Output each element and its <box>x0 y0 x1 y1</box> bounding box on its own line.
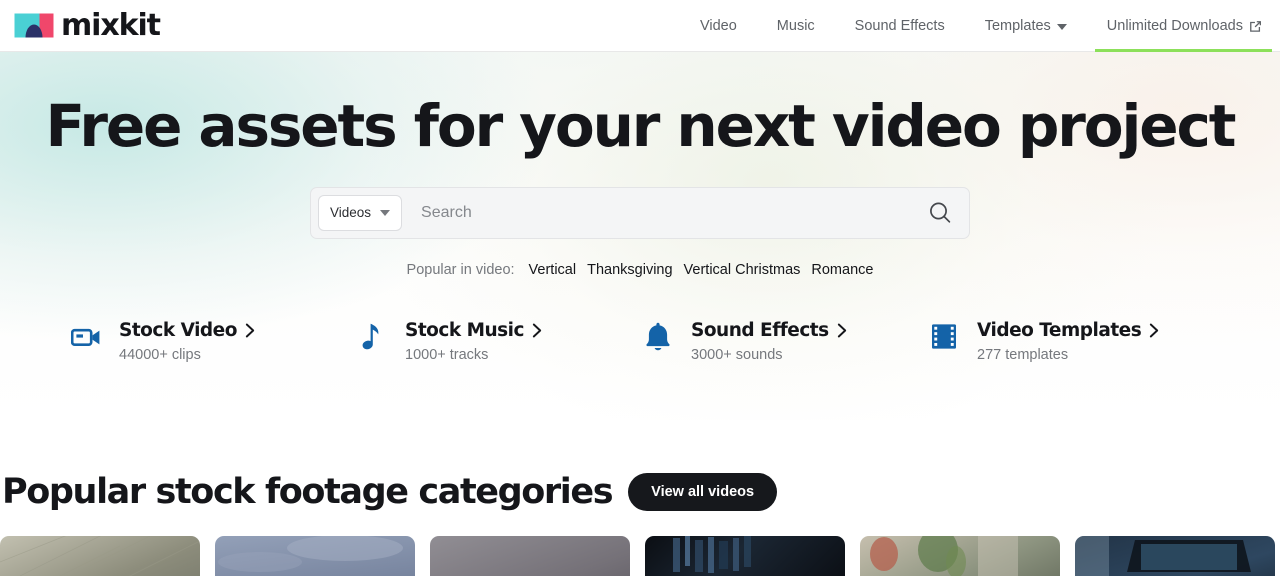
card-thumbnail <box>645 536 845 576</box>
shortcut-stock-video[interactable]: Stock Video 44000+ clips <box>70 320 356 363</box>
video-camera-icon <box>70 320 102 354</box>
popular-link-vertical[interactable]: Vertical <box>529 262 577 278</box>
section-header: Popular stock footage categories View al… <box>0 472 1280 512</box>
popular-searches: Popular in video: Vertical Thanksgiving … <box>0 262 1280 278</box>
site-header: mixkit Video Music Sound Effects Templat… <box>0 0 1280 52</box>
bell-icon <box>642 320 674 354</box>
shortcut-video-templates[interactable]: Video Templates 277 templates <box>928 320 1214 363</box>
chevron-right-icon <box>837 323 847 338</box>
music-note-icon <box>356 320 388 354</box>
chevron-right-icon <box>532 323 542 338</box>
category-card-grid <box>0 536 1280 576</box>
search-row: Videos <box>0 187 1280 239</box>
external-link-icon <box>1249 20 1262 33</box>
chevron-right-icon <box>245 323 255 338</box>
shortcut-title: Stock Music <box>405 320 524 341</box>
category-card[interactable] <box>430 536 630 576</box>
nav-item-unlimited-downloads[interactable]: Unlimited Downloads <box>1087 0 1280 51</box>
mixkit-logo-mark <box>14 13 54 38</box>
popular-link-romance[interactable]: Romance <box>811 262 873 278</box>
shortcut-subtitle: 277 templates <box>977 347 1159 363</box>
logo[interactable]: mixkit <box>14 8 160 43</box>
category-card[interactable] <box>215 536 415 576</box>
popular-link-vertical-christmas[interactable]: Vertical Christmas <box>684 262 801 278</box>
category-card[interactable] <box>860 536 1060 576</box>
card-thumbnail <box>1075 536 1275 576</box>
search-input[interactable] <box>402 204 919 222</box>
chevron-down-icon <box>1057 24 1067 30</box>
search-icon <box>927 200 953 226</box>
category-card[interactable] <box>1075 536 1275 576</box>
category-shortcuts: Stock Video 44000+ clips Stock Music <box>0 320 1280 363</box>
shortcut-title: Video Templates <box>977 320 1141 341</box>
chevron-right-icon <box>1149 323 1159 338</box>
nav-item-video[interactable]: Video <box>680 0 757 51</box>
nav-label: Templates <box>985 18 1051 34</box>
shortcut-title: Stock Video <box>119 320 237 341</box>
popular-link-thanksgiving[interactable]: Thanksgiving <box>587 262 672 278</box>
card-thumbnail <box>0 536 200 576</box>
card-thumbnail <box>430 536 630 576</box>
shortcut-title: Sound Effects <box>691 320 829 341</box>
search-bar[interactable]: Videos <box>310 187 970 239</box>
hero-section: Free assets for your next video project … <box>0 52 1280 420</box>
shortcut-stock-music[interactable]: Stock Music 1000+ tracks <box>356 320 642 363</box>
asset-type-value: Videos <box>330 205 371 220</box>
popular-categories-section: Popular stock footage categories View al… <box>0 472 1280 576</box>
category-card[interactable] <box>0 536 200 576</box>
chevron-down-icon <box>380 210 390 216</box>
view-all-videos-button[interactable]: View all videos <box>628 473 777 511</box>
nav-item-templates[interactable]: Templates <box>965 0 1087 51</box>
page-title: Free assets for your next video project <box>0 52 1280 159</box>
shortcut-subtitle: 1000+ tracks <box>405 347 542 363</box>
card-thumbnail <box>215 536 415 576</box>
film-strip-icon <box>928 320 960 354</box>
search-button[interactable] <box>919 192 961 234</box>
shortcut-subtitle: 3000+ sounds <box>691 347 847 363</box>
nav-label: Video <box>700 18 737 34</box>
nav-label: Sound Effects <box>855 18 945 34</box>
shortcut-subtitle: 44000+ clips <box>119 347 255 363</box>
popular-label: Popular in video: <box>407 262 515 278</box>
nav-label: Music <box>777 18 815 34</box>
card-thumbnail <box>860 536 1060 576</box>
shortcut-sound-effects[interactable]: Sound Effects 3000+ sounds <box>642 320 928 363</box>
main-navigation: Video Music Sound Effects Templates Unli… <box>680 0 1280 51</box>
asset-type-select[interactable]: Videos <box>318 195 402 231</box>
logo-text: mixkit <box>61 8 160 43</box>
nav-item-music[interactable]: Music <box>757 0 835 51</box>
category-card[interactable] <box>645 536 845 576</box>
nav-item-sound-effects[interactable]: Sound Effects <box>835 0 965 51</box>
nav-label: Unlimited Downloads <box>1107 18 1243 34</box>
section-title: Popular stock footage categories <box>2 472 612 512</box>
